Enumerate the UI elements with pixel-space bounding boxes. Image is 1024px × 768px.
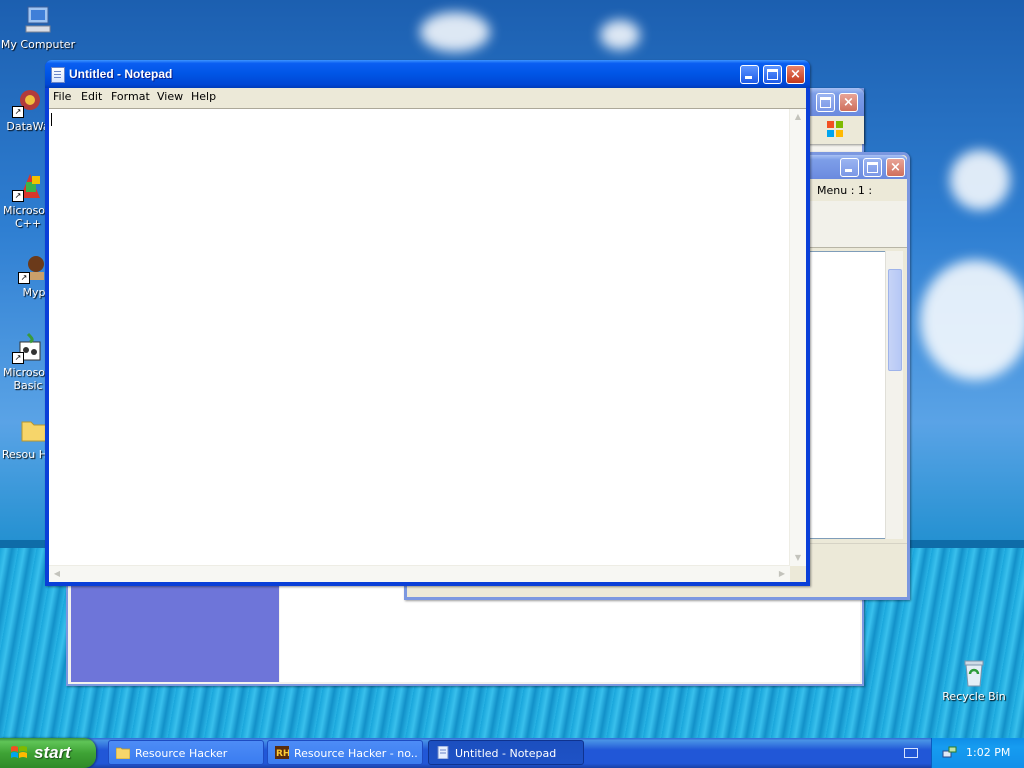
visual-basic-icon: ↗ [12,332,44,364]
taskbar-button-label: Resource Hacker - no... [294,747,418,760]
taskbar-button-resource-hacker-2[interactable]: RH Resource Hacker - no... [267,740,423,765]
folder-icon [116,747,130,759]
menu-file[interactable]: File [49,90,75,103]
menu-view[interactable]: View [153,90,187,103]
close-icon: × [890,160,901,175]
sky-cloud [920,260,1024,380]
sky-cloud [950,150,1010,210]
resource-content-pane[interactable] [809,251,891,539]
background-window-left-panel [71,586,279,682]
desktop-icon-label: My Computer [0,38,76,51]
svg-text:RH: RH [276,749,289,759]
close-icon: × [790,67,801,82]
datawa-icon: ↗ [12,86,44,118]
status-bar [807,543,907,564]
desktop-icon-label: Recycle Bin [942,690,1006,703]
taskbar: start Resource Hacker RH Resource Hacker… [0,738,1024,768]
taskbar-button-label: Resource Hacker [135,747,228,760]
minimize-button[interactable] [740,65,759,84]
system-tray: 1:02 PM [931,738,1024,768]
minimize-icon [745,76,752,79]
window-title: Untitled - Notepad [69,67,173,81]
status-text: Menu : 1 : 1033 [817,184,873,215]
maximize-icon [867,162,878,173]
notepad-titlebar[interactable]: Untitled - Notepad [45,60,810,88]
close-button[interactable]: × [839,93,858,112]
computer-icon [22,4,54,36]
sky-cloud [420,12,490,52]
close-button[interactable]: × [886,158,905,177]
menu-edit[interactable]: Edit [77,90,106,103]
maximize-icon [767,69,778,80]
menu-format[interactable]: Format [107,90,154,103]
taskbar-button-notepad[interactable]: Untitled - Notepad [428,740,584,765]
keyboard-icon[interactable] [904,748,918,758]
menu-bar: File Edit Format View Help [49,88,806,106]
maximize-icon [820,97,831,108]
visual-cpp-icon: ↗ [12,170,44,202]
notepad-window[interactable]: Untitled - Notepad × File Edit Format Vi… [45,60,810,586]
background-window-content [280,586,860,682]
notepad-body: File Edit Format View Help ▲ ▼ ◀ ▶ [49,88,806,582]
scroll-right-icon[interactable]: ▶ [775,567,789,581]
text-caret [51,113,52,126]
desktop-icon-recycle-bin[interactable]: Recycle Bin [936,656,1012,703]
recycle-bin-icon [958,656,990,688]
network-icon[interactable] [942,745,958,761]
sky-cloud [600,20,640,50]
notepad-icon [51,67,65,83]
menu-help[interactable]: Help [187,90,220,103]
rh-icon: RH [275,746,289,759]
scroll-down-icon[interactable]: ▼ [791,551,805,565]
shortcut-arrow-icon: ↗ [18,272,30,284]
close-icon: × [843,95,854,110]
desktop-icon-my-computer[interactable]: My Computer [0,4,76,51]
background-window-titlebar: × [806,88,864,144]
windows-flag-icon [11,746,27,758]
maximize-button[interactable] [763,65,782,84]
shortcut-arrow-icon: ↗ [12,190,24,202]
scrollbar-thumb[interactable] [888,269,902,371]
taskbar-button-resource-hacker[interactable]: Resource Hacker [108,740,264,765]
scroll-up-icon[interactable]: ▲ [791,110,805,124]
notepad-icon [437,746,449,759]
start-button[interactable]: start [0,738,96,768]
shortcut-arrow-icon: ↗ [12,106,24,118]
taskbar-button-label: Untitled - Notepad [455,747,557,760]
minimize-button[interactable] [840,158,859,177]
windows-logo-icon [827,121,843,137]
shortcut-arrow-icon: ↗ [12,352,24,364]
clock[interactable]: 1:02 PM [966,746,1010,759]
minimize-icon [845,169,852,172]
maximize-button[interactable] [816,93,835,112]
start-label: start [34,743,71,762]
resize-grip-icon[interactable] [790,566,806,582]
horizontal-scrollbar[interactable]: ◀ ▶ [49,565,790,582]
maximize-button[interactable] [863,158,882,177]
vertical-scrollbar[interactable]: ▲ ▼ [789,109,806,566]
close-button[interactable]: × [786,65,805,84]
text-editor-area[interactable]: ▲ ▼ ◀ ▶ [49,108,806,582]
scroll-left-icon[interactable]: ◀ [50,567,64,581]
vertical-scrollbar[interactable] [885,251,903,539]
